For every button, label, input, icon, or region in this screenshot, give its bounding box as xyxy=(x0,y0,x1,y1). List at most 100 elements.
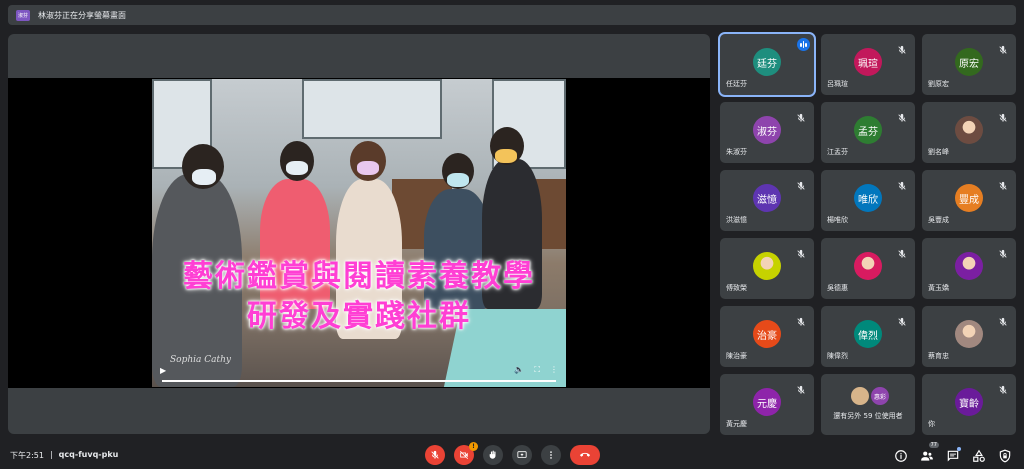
side-panel-buttons: 77 xyxy=(894,442,1012,463)
face-mask xyxy=(495,149,517,163)
shared-video-frame[interactable]: 藝術鑑賞與閱讀素養教學 研發及實踐社群 Sophia Cathy ▶ 🔈 ⛶ ⋮ xyxy=(152,79,566,387)
activities-button[interactable] xyxy=(972,448,986,462)
participant-grid: 廷芬 任廷芬 珮瑄 呂珮瑄 原宏 劉原宏 淑芬 朱淑芬 孟芬 江孟芬 劉名峰 滋憶 洪滋憶 唯欣 楊唯欣 豐成… xyxy=(718,32,1016,435)
hangup-icon xyxy=(580,452,590,457)
face-mask xyxy=(447,173,469,187)
mic-off-icon xyxy=(897,312,907,326)
more-options-button[interactable] xyxy=(541,445,561,465)
avatar: 唯欣 xyxy=(854,184,882,212)
mic-off-icon xyxy=(998,108,1008,122)
chat-icon xyxy=(947,450,959,462)
participant-name: 傅致榮 xyxy=(726,284,747,292)
participant-tile[interactable]: 原宏 劉原宏 xyxy=(922,34,1016,95)
avatar xyxy=(955,252,983,280)
mic-off-icon xyxy=(998,244,1008,258)
video-progress-bar[interactable] xyxy=(162,380,556,382)
mic-off-icon xyxy=(897,108,907,122)
camera-off-icon xyxy=(459,450,469,460)
participant-tile[interactable]: 寶齡你 xyxy=(922,374,1016,435)
presenting-banner: 淑芬 林淑芬正在分享螢幕畫面 xyxy=(8,5,1016,25)
avatar xyxy=(955,320,983,348)
speaking-indicator-icon xyxy=(797,38,810,51)
hand-icon xyxy=(489,450,496,459)
present-screen-button[interactable] xyxy=(512,445,532,465)
participant-name: 任廷芬 xyxy=(726,80,747,88)
avatar: 元慶 xyxy=(753,388,781,416)
meeting-details-button[interactable] xyxy=(894,448,908,462)
present-icon xyxy=(517,451,527,458)
participant-tile[interactable]: 劉名峰 xyxy=(922,102,1016,163)
avatar: 惠彩 xyxy=(871,387,889,405)
fullscreen-icon[interactable]: ⛶ xyxy=(534,365,540,375)
chat-unread-dot xyxy=(957,447,961,451)
shared-screen-stage[interactable]: 藝術鑑賞與閱讀素養教學 研發及實踐社群 Sophia Cathy ▶ 🔈 ⛶ ⋮ xyxy=(8,34,710,434)
bottom-bar: 下午2:51 | qcq-fuvq-pku ! 77 xyxy=(0,441,1024,469)
participant-tile[interactable]: 孟芬 江孟芬 xyxy=(821,102,915,163)
others-count-label: 還有另外 59 位使用者 xyxy=(833,412,903,420)
participant-name: 吳德惠 xyxy=(827,284,848,292)
separator: | xyxy=(49,450,53,459)
play-icon[interactable]: ▶ xyxy=(160,366,166,375)
participant-name: 劉原宏 xyxy=(928,80,949,88)
participant-tile[interactable]: 豐成 吳豐成 xyxy=(922,170,1016,231)
participant-tile[interactable]: 元慶 黃元慶 xyxy=(720,374,814,435)
more-vert-icon[interactable]: ⋮ xyxy=(550,365,558,375)
avatar: 廷芬 xyxy=(753,48,781,76)
mic-off-icon xyxy=(897,40,907,54)
mic-off-icon xyxy=(796,108,806,122)
participant-name: 蔡育忠 xyxy=(928,352,949,360)
volume-icon[interactable]: 🔈 xyxy=(514,365,524,375)
participant-name: 你 xyxy=(928,420,935,428)
participant-name: 楊唯欣 xyxy=(827,216,848,224)
participant-tile[interactable]: 淑芬 朱淑芬 xyxy=(720,102,814,163)
participant-tile[interactable]: 廷芬 任廷芬 xyxy=(718,32,816,97)
shield-lock-icon xyxy=(999,449,1011,463)
shapes-icon xyxy=(973,449,985,462)
participant-tile[interactable]: 傅致榮 xyxy=(720,238,814,299)
leave-call-button[interactable] xyxy=(570,445,600,465)
avatar xyxy=(955,116,983,144)
participant-tile[interactable]: 蔡育忠 xyxy=(922,306,1016,367)
video-controls: ▶ 🔈 ⛶ ⋮ xyxy=(160,363,558,377)
others-tile[interactable]: 惠彩還有另外 59 位使用者 xyxy=(821,374,915,435)
video-caption-line2: 研發及實踐社群 xyxy=(247,299,471,334)
mic-toggle-button[interactable] xyxy=(425,445,445,465)
mic-off-icon xyxy=(796,244,806,258)
presenter-avatar: 淑芬 xyxy=(16,9,30,21)
participant-tile[interactable]: 吳德惠 xyxy=(821,238,915,299)
participant-name: 吳豐成 xyxy=(928,216,949,224)
more-vert-icon xyxy=(550,451,552,459)
avatar: 原宏 xyxy=(955,48,983,76)
avatar: 珮瑄 xyxy=(854,48,882,76)
mic-off-icon xyxy=(998,40,1008,54)
participant-tile[interactable]: 唯欣 楊唯欣 xyxy=(821,170,915,231)
people-icon xyxy=(921,451,933,461)
avatar: 淑芬 xyxy=(753,116,781,144)
host-controls-button[interactable] xyxy=(998,448,1012,463)
others-avatars: 惠彩 xyxy=(851,387,889,405)
people-count-badge: 77 xyxy=(928,442,939,448)
warning-badge: ! xyxy=(469,442,478,451)
avatar: 孟芬 xyxy=(854,116,882,144)
people-button[interactable]: 77 xyxy=(920,442,939,462)
participant-name: 江孟芬 xyxy=(827,148,848,156)
participant-tile[interactable]: 治豪 陳治豪 xyxy=(720,306,814,367)
camera-toggle-button[interactable]: ! xyxy=(454,442,478,465)
mic-off-icon xyxy=(431,450,439,459)
chat-button[interactable] xyxy=(946,447,961,462)
participant-tile[interactable]: 偉烈 陳偉烈 xyxy=(821,306,915,367)
participant-tile[interactable]: 黃玉嬌 xyxy=(922,238,1016,299)
avatar xyxy=(753,252,781,280)
mic-off-icon xyxy=(998,380,1008,394)
participant-name: 黃元慶 xyxy=(726,420,747,428)
mic-off-icon xyxy=(897,176,907,190)
raise-hand-button[interactable] xyxy=(483,445,503,465)
video-progress-fill xyxy=(162,380,556,382)
call-controls: ! xyxy=(425,442,600,465)
participant-tile[interactable]: 珮瑄 呂珮瑄 xyxy=(821,34,915,95)
video-caption-line1: 藝術鑑賞與閱讀素養教學 xyxy=(183,259,535,294)
mic-off-icon xyxy=(796,312,806,326)
participant-tile[interactable]: 滋憶 洪滋憶 xyxy=(720,170,814,231)
face-mask xyxy=(192,169,216,185)
presenting-text: 林淑芬正在分享螢幕畫面 xyxy=(38,10,126,20)
